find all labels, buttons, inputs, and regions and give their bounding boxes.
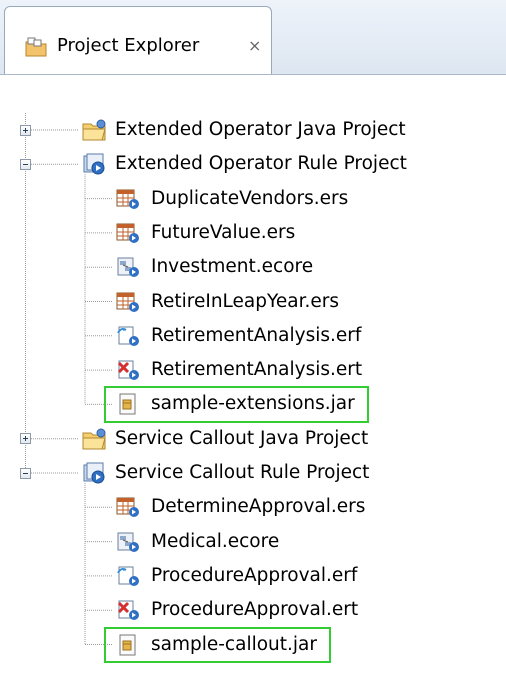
highlight-box: [104, 386, 369, 423]
tree-item-file[interactable]: Investment.ecore: [0, 250, 506, 284]
tree-item-project[interactable]: Service Callout Java Project: [0, 422, 506, 456]
tree-item-label: RetirementAnalysis.erf: [151, 324, 362, 346]
tree-item-label: DetermineApproval.ers: [151, 496, 366, 518]
tree-item-file[interactable]: RetirementAnalysis.ert: [0, 353, 506, 387]
tree-item-file[interactable]: RetirementAnalysis.erf: [0, 319, 506, 353]
tree-item-project[interactable]: Extended Operator Rule Project: [0, 147, 506, 181]
java-project-icon: [81, 118, 107, 142]
tree-item-label: ProcedureApproval.ert: [151, 599, 359, 621]
tree-item-file[interactable]: Medical.ecore: [0, 525, 506, 559]
tree-item-label: RetireInLeapYear.ers: [151, 290, 339, 312]
ert-file-icon: [115, 358, 141, 382]
tree-item-label: RetirementAnalysis.ert: [151, 359, 363, 381]
rule-project-icon: [81, 152, 107, 176]
view-title: Project Explorer: [57, 35, 200, 56]
tree-item-label: Service Callout Java Project: [115, 427, 369, 449]
ecore-file-icon: [115, 255, 141, 279]
highlight-box: [104, 626, 331, 663]
tree-item-file[interactable]: ProcedureApproval.erf: [0, 559, 506, 593]
erf-file-icon: [115, 564, 141, 588]
tree-item-file[interactable]: RetireInLeapYear.ers: [0, 285, 506, 319]
tree-item-project[interactable]: Service Callout Rule Project: [0, 456, 506, 490]
java-project-icon: [81, 427, 107, 451]
tree-item-label: Investment.ecore: [151, 256, 314, 278]
collapse-icon[interactable]: [20, 158, 31, 170]
tree-item-label: ProcedureApproval.erf: [151, 564, 358, 586]
project-tree: Extended Operator Java Project Extended …: [0, 74, 506, 690]
expand-icon[interactable]: [20, 124, 31, 136]
close-icon[interactable]: ⨯: [248, 36, 261, 55]
rule-project-icon: [81, 461, 107, 485]
erf-file-icon: [115, 324, 141, 348]
tree-item-file[interactable]: FutureValue.ers: [0, 216, 506, 250]
project-explorer-icon: [25, 37, 47, 57]
tree-item-file[interactable]: DuplicateVendors.ers: [0, 182, 506, 216]
tree-item-label: DuplicateVendors.ers: [151, 187, 349, 209]
tree-item-file[interactable]: DetermineApproval.ers: [0, 490, 506, 524]
ers-file-icon: [115, 495, 141, 519]
tree-item-label: FutureValue.ers: [151, 221, 296, 243]
ers-file-icon: [115, 187, 141, 211]
tree-item-project[interactable]: Extended Operator Java Project: [0, 113, 506, 147]
expand-icon[interactable]: [20, 433, 31, 445]
collapse-icon[interactable]: [20, 467, 31, 479]
tree-item-label: Extended Operator Java Project: [115, 119, 406, 140]
tree-item-label: Extended Operator Rule Project: [115, 153, 407, 175]
tree-item-label: Medical.ecore: [151, 530, 280, 552]
ert-file-icon: [115, 598, 141, 622]
ers-file-icon: [115, 221, 141, 245]
tree-item-label: Service Callout Rule Project: [115, 462, 370, 483]
tree-item-file[interactable]: ProcedureApproval.ert: [0, 593, 506, 627]
ecore-file-icon: [115, 530, 141, 554]
ers-file-icon: [115, 290, 141, 314]
project-explorer-tab[interactable]: Project Explorer ⨯: [4, 6, 272, 74]
